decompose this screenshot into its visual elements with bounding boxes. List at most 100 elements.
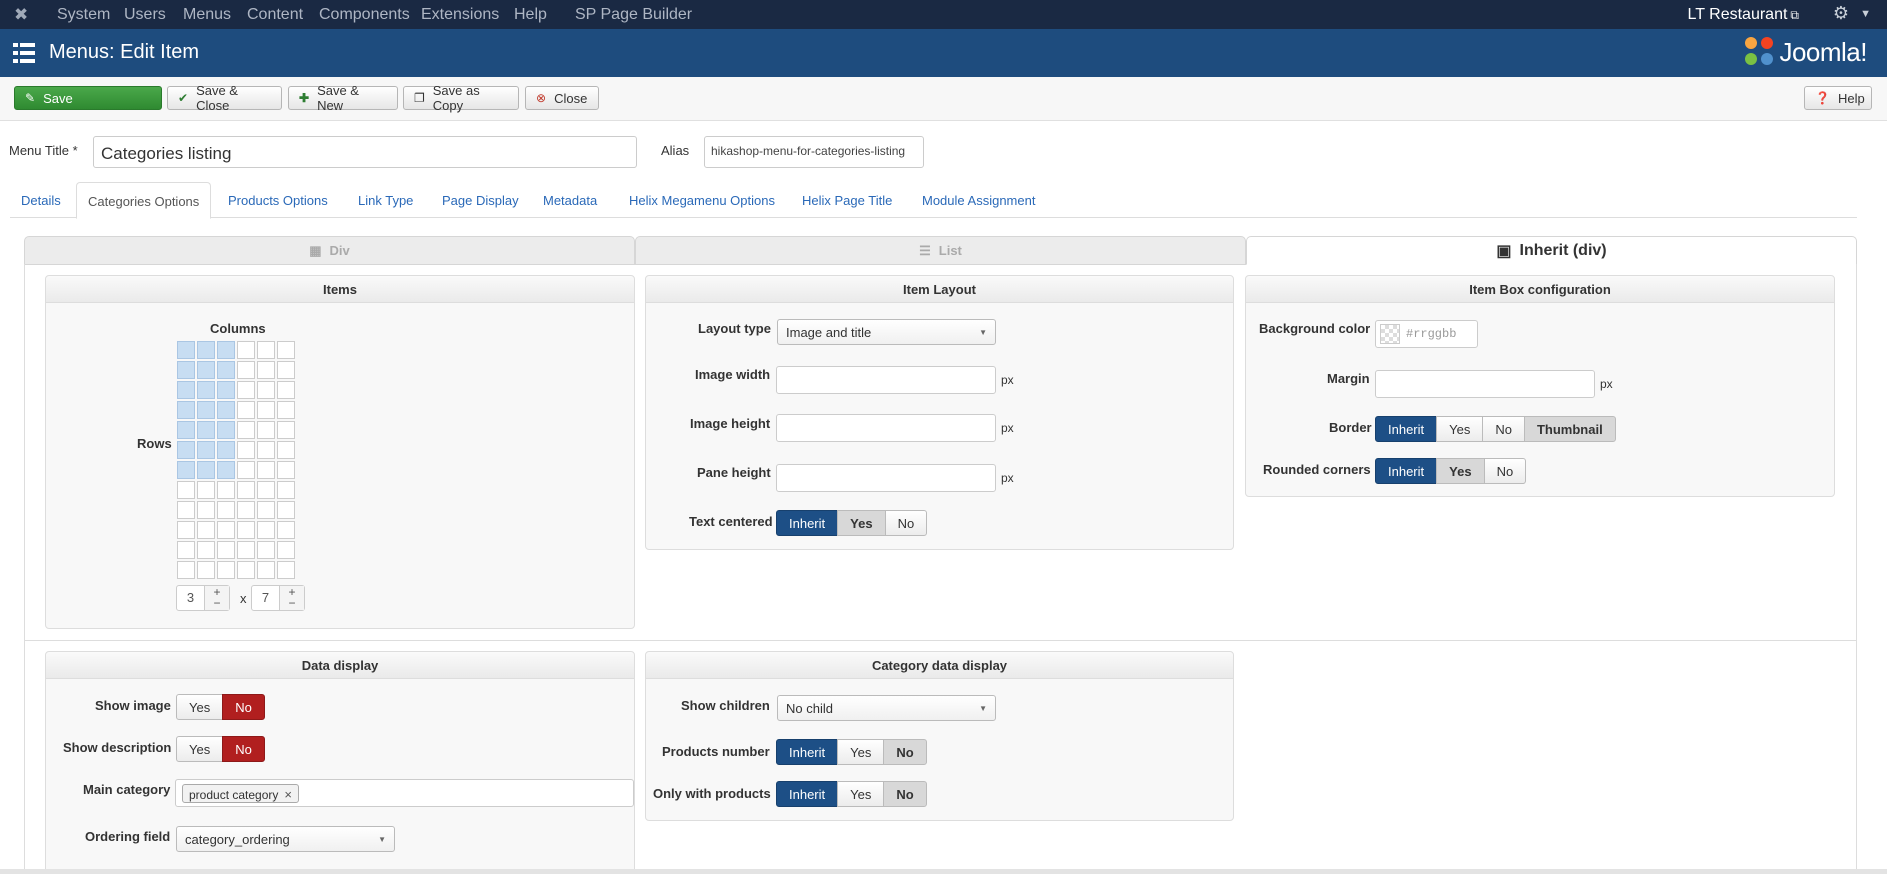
products-number-inherit[interactable]: Inherit	[776, 739, 839, 765]
save-close-button[interactable]: ✔ Save & Close	[167, 83, 282, 113]
text-centered-inherit[interactable]: Inherit	[776, 510, 839, 536]
grid-cell[interactable]	[237, 461, 255, 479]
border-inherit[interactable]: Inherit	[1375, 416, 1438, 442]
grid-cell[interactable]	[257, 461, 275, 479]
grid-cell[interactable]	[277, 341, 295, 359]
grid-cell[interactable]	[177, 341, 195, 359]
grid-cell[interactable]	[197, 461, 215, 479]
layout-type-select[interactable]: Image and title ▼	[777, 319, 996, 345]
grid-cell[interactable]	[197, 561, 215, 579]
grid-cell[interactable]	[257, 341, 275, 359]
grid-cell[interactable]	[217, 341, 235, 359]
grid-cell[interactable]	[197, 541, 215, 559]
layout-div-option[interactable]: ▦ Div	[24, 236, 635, 265]
show-children-select[interactable]: No child ▼	[777, 695, 996, 721]
rounded-no[interactable]: No	[1483, 458, 1527, 484]
grid-cell[interactable]	[197, 361, 215, 379]
grid-cell[interactable]	[197, 481, 215, 499]
grid-cell[interactable]	[277, 521, 295, 539]
tab-link-type[interactable]: Link Type	[347, 182, 424, 218]
grid-cell[interactable]	[277, 561, 295, 579]
menu-sp-page-builder[interactable]: SP Page Builder	[575, 6, 692, 24]
grid-cell[interactable]	[257, 481, 275, 499]
grid-cell[interactable]	[237, 521, 255, 539]
grid-cell[interactable]	[217, 501, 235, 519]
image-width-input[interactable]	[776, 366, 996, 394]
save-button[interactable]: ✎ Save	[14, 86, 162, 110]
rounded-yes[interactable]: Yes	[1436, 458, 1485, 484]
grid-cell[interactable]	[257, 541, 275, 559]
grid-cell[interactable]	[237, 401, 255, 419]
menu-components[interactable]: Components	[319, 6, 410, 24]
grid-cell[interactable]	[257, 441, 275, 459]
margin-input[interactable]	[1375, 370, 1595, 398]
close-button[interactable]: ⊗ Close	[525, 86, 599, 110]
grid-cell[interactable]	[277, 501, 295, 519]
color-swatch-icon[interactable]	[1380, 324, 1400, 344]
menu-system[interactable]: System	[57, 6, 110, 24]
alias-input[interactable]: hikashop-menu-for-categories-listing	[704, 136, 924, 168]
site-link[interactable]: LT Restaurant ⧉	[1688, 6, 1799, 24]
columns-rows-grid[interactable]	[177, 341, 295, 579]
grid-cell[interactable]	[177, 561, 195, 579]
grid-cell[interactable]	[217, 401, 235, 419]
grid-cell[interactable]	[217, 441, 235, 459]
grid-cell[interactable]	[197, 421, 215, 439]
grid-cell[interactable]	[277, 361, 295, 379]
show-description-no[interactable]: No	[222, 736, 265, 762]
menu-content[interactable]: Content	[247, 6, 303, 24]
grid-cell[interactable]	[277, 441, 295, 459]
grid-cell[interactable]	[237, 561, 255, 579]
tab-helix-page-title[interactable]: Helix Page Title	[791, 182, 903, 218]
tab-categories-options[interactable]: Categories Options	[76, 182, 212, 219]
menu-help[interactable]: Help	[514, 6, 547, 24]
grid-cell[interactable]	[237, 501, 255, 519]
menu-extensions[interactable]: Extensions	[421, 6, 499, 24]
menu-menus[interactable]: Menus	[183, 6, 231, 24]
tab-module-assignment[interactable]: Module Assignment	[911, 182, 1046, 218]
menu-title-input[interactable]: Categories listing	[93, 136, 637, 168]
grid-cell[interactable]	[177, 481, 195, 499]
grid-cell[interactable]	[177, 441, 195, 459]
grid-cell[interactable]	[257, 521, 275, 539]
grid-cell[interactable]	[237, 441, 255, 459]
text-centered-no[interactable]: No	[884, 510, 928, 536]
show-image-yes[interactable]: Yes	[176, 694, 224, 720]
grid-cell[interactable]	[197, 521, 215, 539]
grid-cell[interactable]	[237, 381, 255, 399]
grid-cell[interactable]	[217, 421, 235, 439]
tab-helix-megamenu[interactable]: Helix Megamenu Options	[618, 182, 786, 218]
grid-cell[interactable]	[217, 541, 235, 559]
grid-cell[interactable]	[177, 381, 195, 399]
grid-cell[interactable]	[237, 421, 255, 439]
image-height-input[interactable]	[776, 414, 996, 442]
grid-cell[interactable]	[237, 541, 255, 559]
grid-cell[interactable]	[177, 401, 195, 419]
grid-cell[interactable]	[217, 561, 235, 579]
grid-cell[interactable]	[197, 401, 215, 419]
border-yes[interactable]: Yes	[1436, 416, 1484, 442]
pane-height-input[interactable]	[776, 464, 996, 492]
grid-cell[interactable]	[257, 361, 275, 379]
grid-cell[interactable]	[237, 341, 255, 359]
gear-icon[interactable]: ⚙	[1833, 3, 1849, 24]
grid-cell[interactable]	[177, 421, 195, 439]
horizontal-scrollbar[interactable]	[0, 869, 1887, 874]
tab-details[interactable]: Details	[10, 182, 72, 218]
border-thumbnail[interactable]: Thumbnail	[1523, 416, 1616, 442]
grid-cell[interactable]	[217, 461, 235, 479]
grid-cell[interactable]	[177, 361, 195, 379]
border-no[interactable]: No	[1482, 416, 1525, 442]
only-products-inherit[interactable]: Inherit	[776, 781, 839, 807]
grid-cell[interactable]	[197, 341, 215, 359]
tab-page-display[interactable]: Page Display	[431, 182, 530, 218]
tab-metadata[interactable]: Metadata	[532, 182, 608, 218]
caret-down-icon[interactable]: ▼	[1860, 8, 1871, 20]
grid-cell[interactable]	[277, 461, 295, 479]
grid-cell[interactable]	[217, 361, 235, 379]
grid-cell[interactable]	[217, 381, 235, 399]
joomla-x-icon[interactable]: ✖	[14, 6, 32, 24]
columns-stepper[interactable]: 3 + −	[176, 585, 230, 611]
grid-cell[interactable]	[177, 501, 195, 519]
tab-products-options[interactable]: Products Options	[217, 182, 339, 218]
